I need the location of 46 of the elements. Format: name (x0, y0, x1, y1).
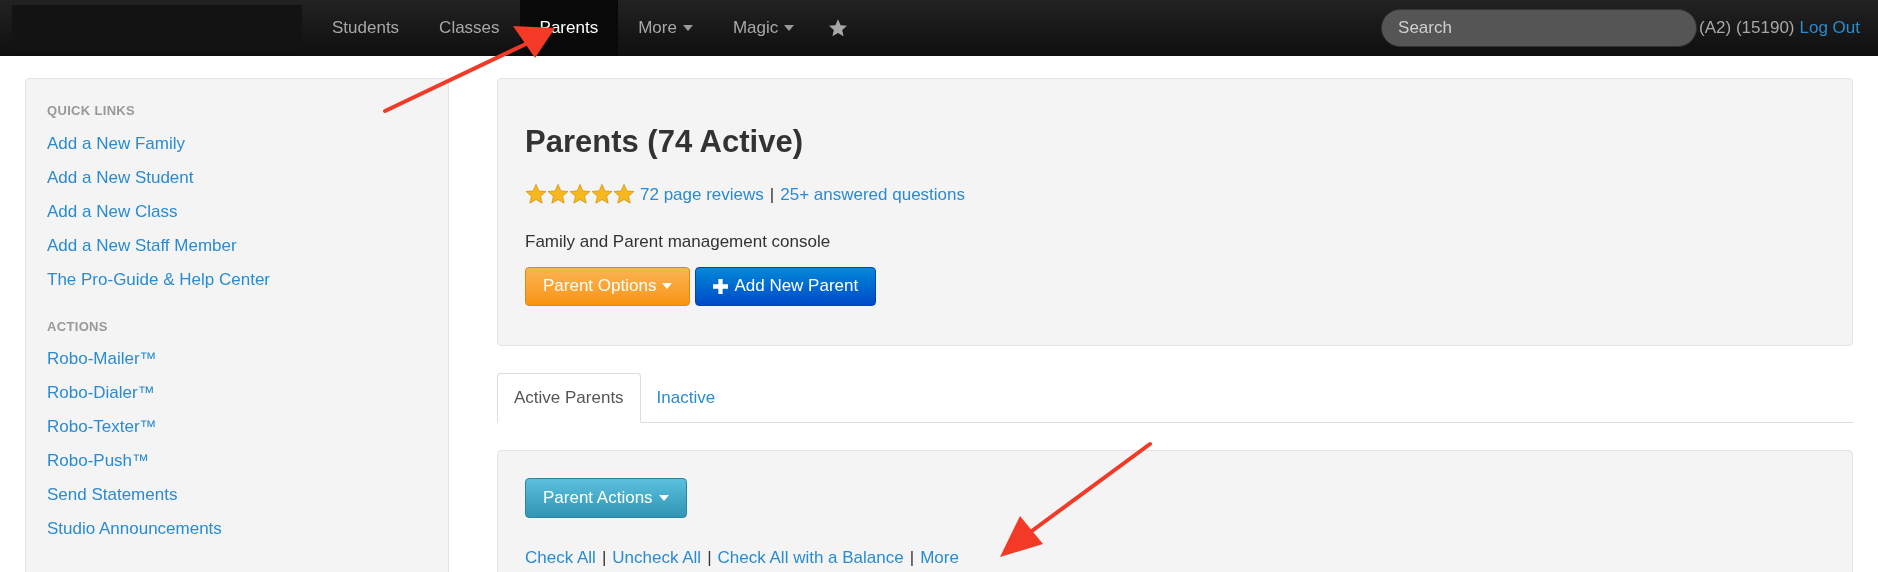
sidebar-link[interactable]: Add a New Class (47, 194, 178, 229)
caret-icon (662, 283, 673, 289)
star-icon[interactable] (828, 18, 849, 38)
star-icon (613, 183, 635, 206)
sidebar-link[interactable]: Add a New Family (47, 126, 185, 161)
separator-text: | (909, 547, 915, 569)
nav-item[interactable]: More (618, 0, 713, 56)
star-icon (547, 183, 569, 206)
text-link[interactable]: Check All (525, 545, 596, 571)
section-heading: QUICK LINKS (47, 102, 137, 120)
sidebar-link[interactable]: Studio Announcements (47, 512, 222, 546)
logout-link[interactable]: Log Out (1799, 15, 1860, 41)
sidebar-link[interactable]: Robo-Push™ (47, 444, 150, 478)
sidebar-link[interactable]: Robo-Mailer™ (47, 342, 157, 376)
tab[interactable]: Active Parents (497, 373, 641, 423)
actions-button[interactable]: Parent Actions (525, 478, 687, 518)
description-text: Family and Parent management console (525, 231, 831, 253)
text-link[interactable]: 25+ answered questions (780, 181, 965, 207)
add-button[interactable]: Add New Parent (695, 266, 877, 306)
section-heading: ACTIONS (47, 317, 109, 336)
text-link[interactable]: More (920, 545, 959, 571)
sidebar-link[interactable]: Send Statements (47, 478, 178, 512)
search-field[interactable]: Search (1381, 9, 1698, 47)
text-link[interactable]: Uncheck All (612, 545, 702, 571)
separator-text: | (707, 547, 712, 569)
nav-item[interactable]: Magic (712, 0, 815, 56)
options-button[interactable]: Parent Options (525, 266, 691, 306)
sidebar-link[interactable]: The Pro-Guide & Help Center (47, 262, 270, 297)
text-link[interactable]: Check All with a Balance (717, 545, 904, 571)
star-icon (569, 183, 591, 206)
separator-text: | (769, 183, 775, 206)
caret-icon (658, 495, 669, 501)
separator-text: | (601, 547, 607, 569)
account-text: (A2) (15190) (1699, 17, 1795, 40)
star-icon (525, 183, 547, 206)
sidebar-link[interactable]: Add a New Student (47, 160, 194, 195)
text-link[interactable]: 72 page reviews (640, 181, 764, 207)
nav-item[interactable]: Classes (419, 0, 520, 56)
sidebar-link[interactable]: Robo-Texter™ (47, 410, 157, 444)
nav-item[interactable]: Students (312, 0, 420, 56)
page-title: Parents (74 Active) (525, 123, 803, 161)
sidebar-link[interactable]: Add a New Staff Member (47, 228, 237, 263)
star-icon (591, 183, 613, 206)
tab[interactable]: Inactive (640, 373, 732, 422)
sidebar-link[interactable]: Robo-Dialer™ (47, 376, 155, 410)
plus-icon (713, 278, 729, 294)
